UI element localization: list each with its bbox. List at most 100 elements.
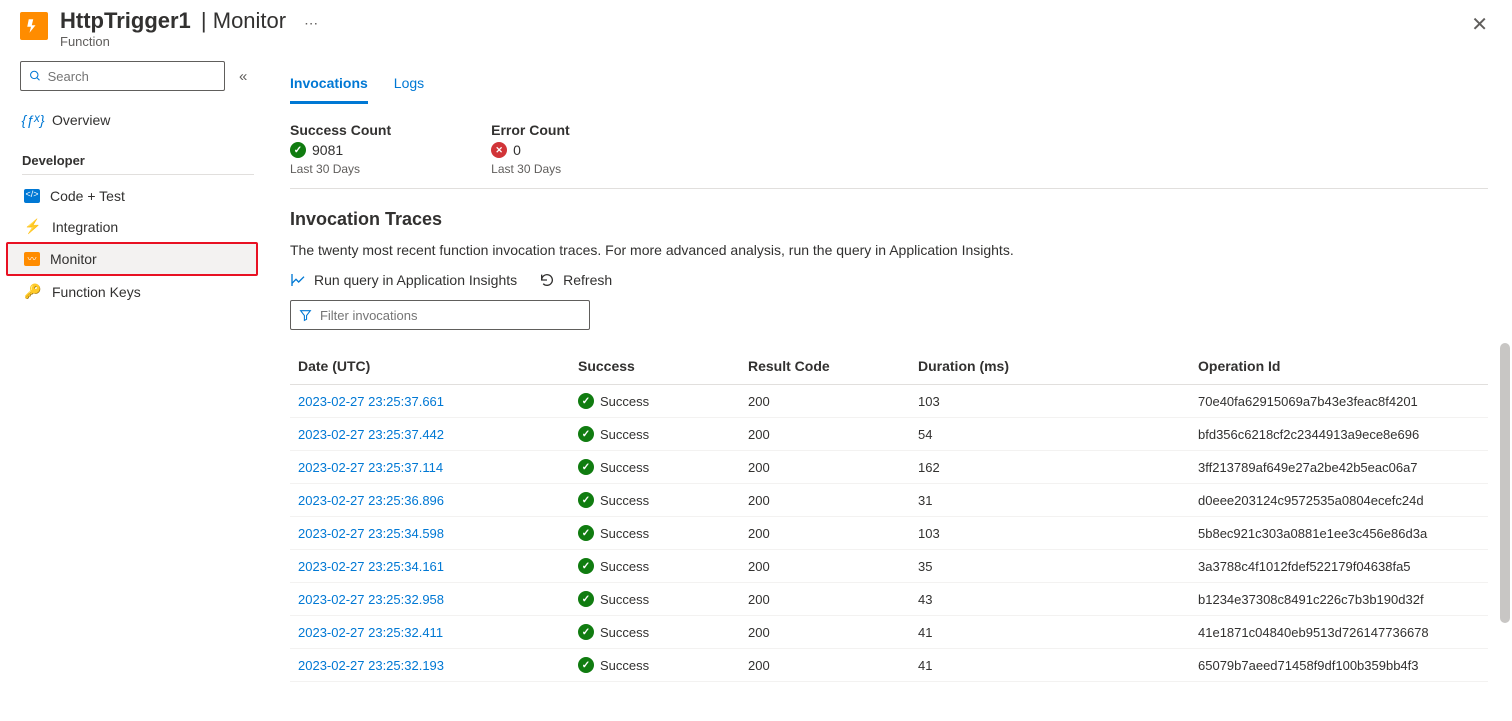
success-label: Success <box>600 559 649 574</box>
table-row: 2023-02-27 23:25:32.411 Success 2004141e18… <box>290 616 1488 649</box>
refresh-icon <box>539 272 555 288</box>
overview-icon: {ƒx} <box>24 112 42 128</box>
table-row: 2023-02-27 23:25:37.661Success20010370e4… <box>290 385 1488 418</box>
run-query-button[interactable]: Run query in Application Insights <box>290 272 517 288</box>
sidebar-item-overview[interactable]: {ƒx} Overview <box>20 105 260 135</box>
search-input-wrapper[interactable] <box>20 61 225 91</box>
th-duration[interactable]: Duration (ms) <box>910 348 1190 385</box>
operation-id: 3ff213789af649e27a2be42b5eac06a7 <box>1190 451 1488 484</box>
duration-ms: 162 <box>910 451 1190 484</box>
invocation-date-link[interactable]: 2023-02-27 23:25:37.661 <box>298 394 444 409</box>
filter-input[interactable] <box>320 308 581 323</box>
duration-ms: 103 <box>910 517 1190 550</box>
function-icon <box>20 12 48 40</box>
sidebar-item-label: Code + Test <box>50 188 125 204</box>
code-icon: </> <box>24 189 40 203</box>
invocation-date-link[interactable]: 2023-02-27 23:25:34.161 <box>298 559 444 574</box>
success-icon <box>578 558 594 574</box>
duration-ms: 35 <box>910 550 1190 583</box>
lightning-icon: ⚡ <box>24 218 42 235</box>
stat-period: Last 30 Days <box>491 162 570 176</box>
operation-id: 65079b7aeed71458f9df100b359bb4f3 <box>1190 649 1488 682</box>
success-icon <box>578 657 594 673</box>
tab-invocations[interactable]: Invocations <box>290 71 368 104</box>
refresh-button[interactable]: Refresh <box>539 272 612 288</box>
success-icon <box>578 624 594 640</box>
result-code: 200 <box>740 550 910 583</box>
th-success[interactable]: Success <box>570 348 740 385</box>
success-label: Success <box>600 625 649 640</box>
stat-success: Success Count 9081 Last 30 Days <box>290 122 391 176</box>
traces-description: The twenty most recent function invocati… <box>290 242 1488 258</box>
invocation-date-link[interactable]: 2023-02-27 23:25:37.442 <box>298 427 444 442</box>
action-label: Refresh <box>563 272 612 288</box>
success-label: Success <box>600 460 649 475</box>
result-code: 200 <box>740 583 910 616</box>
operation-id: 5b8ec921c303a0881e1ee3c456e86d3a <box>1190 517 1488 550</box>
operation-id: 3a3788c4f1012fdef522179f04638fa5 <box>1190 550 1488 583</box>
close-icon[interactable]: ✕ <box>1463 8 1496 41</box>
invocation-date-link[interactable]: 2023-02-27 23:25:34.598 <box>298 526 444 541</box>
success-icon <box>578 591 594 607</box>
sidebar: « {ƒx} Overview Developer </> Code + Tes… <box>0 53 260 721</box>
error-icon <box>491 142 507 158</box>
th-date[interactable]: Date (UTC) <box>290 348 570 385</box>
success-label: Success <box>600 394 649 409</box>
filter-input-wrapper[interactable] <box>290 300 590 330</box>
success-label: Success <box>600 427 649 442</box>
table-row: 2023-02-27 23:25:37.114Success2001623ff2… <box>290 451 1488 484</box>
invocation-date-link[interactable]: 2023-02-27 23:25:32.193 <box>298 658 444 673</box>
duration-ms: 41 <box>910 616 1190 649</box>
monitor-icon: 〰 <box>24 252 40 266</box>
success-label: Success <box>600 526 649 541</box>
invocation-date-link[interactable]: 2023-02-27 23:25:36.896 <box>298 493 444 508</box>
invocation-date-link[interactable]: 2023-02-27 23:25:32.958 <box>298 592 444 607</box>
page-header: HttpTrigger1 | Monitor ⋯ Function ✕ <box>0 0 1512 53</box>
table-row: 2023-02-27 23:25:32.958Success20043b1234… <box>290 583 1488 616</box>
success-icon <box>578 459 594 475</box>
result-code: 200 <box>740 484 910 517</box>
duration-ms: 41 <box>910 649 1190 682</box>
tab-logs[interactable]: Logs <box>394 71 424 104</box>
stat-value: 0 <box>513 142 521 158</box>
duration-ms: 31 <box>910 484 1190 517</box>
th-result[interactable]: Result Code <box>740 348 910 385</box>
traces-title: Invocation Traces <box>290 209 1488 230</box>
operation-id: b1234e37308c8491c226c7b3b190d32f <box>1190 583 1488 616</box>
invocation-date-link[interactable]: 2023-02-27 23:25:37.114 <box>298 460 443 475</box>
result-code: 200 <box>740 649 910 682</box>
invocation-date-link[interactable]: 2023-02-27 23:25:32.411 <box>298 625 443 640</box>
success-icon <box>578 393 594 409</box>
success-icon <box>578 525 594 541</box>
key-icon: 🔑 <box>24 283 42 300</box>
operation-id: 70e40fa62915069a7b43e3feac8f4201 <box>1190 385 1488 418</box>
search-input[interactable] <box>48 69 216 84</box>
page-subtitle: | Monitor <box>195 8 286 34</box>
stat-label: Error Count <box>491 122 570 138</box>
operation-id: bfd356c6218cf2c2344913a9ece8e696 <box>1190 418 1488 451</box>
stat-label: Success Count <box>290 122 391 138</box>
table-row: 2023-02-27 23:25:37.442Success20054bfd35… <box>290 418 1488 451</box>
table-row: 2023-02-27 23:25:34.161 Success 200353a378… <box>290 550 1488 583</box>
collapse-sidebar-icon[interactable]: « <box>239 68 247 85</box>
success-icon <box>290 142 306 158</box>
sidebar-item-integration[interactable]: ⚡ Integration <box>20 211 260 242</box>
scrollbar[interactable] <box>1500 343 1510 623</box>
action-label: Run query in Application Insights <box>314 272 517 288</box>
sidebar-item-label: Integration <box>52 219 118 235</box>
sidebar-item-function-keys[interactable]: 🔑 Function Keys <box>20 276 260 307</box>
operation-id: 41e1871c04840eb9513d726147736678 <box>1190 616 1488 649</box>
main-content: Invocations Logs Success Count 9081 Last… <box>260 53 1512 721</box>
page-title: HttpTrigger1 <box>60 8 191 34</box>
success-label: Success <box>600 658 649 673</box>
th-opid[interactable]: Operation Id <box>1190 348 1488 385</box>
chart-icon <box>290 272 306 288</box>
sidebar-item-monitor[interactable]: 〰 Monitor <box>6 242 258 276</box>
result-code: 200 <box>740 517 910 550</box>
sidebar-item-code-test[interactable]: </> Code + Test <box>20 181 260 211</box>
more-menu[interactable]: ⋯ <box>304 15 320 32</box>
result-code: 200 <box>740 616 910 649</box>
stat-error: Error Count 0 Last 30 Days <box>491 122 570 176</box>
divider <box>290 188 1488 189</box>
operation-id: d0eee203124c9572535a0804ecefc24d <box>1190 484 1488 517</box>
